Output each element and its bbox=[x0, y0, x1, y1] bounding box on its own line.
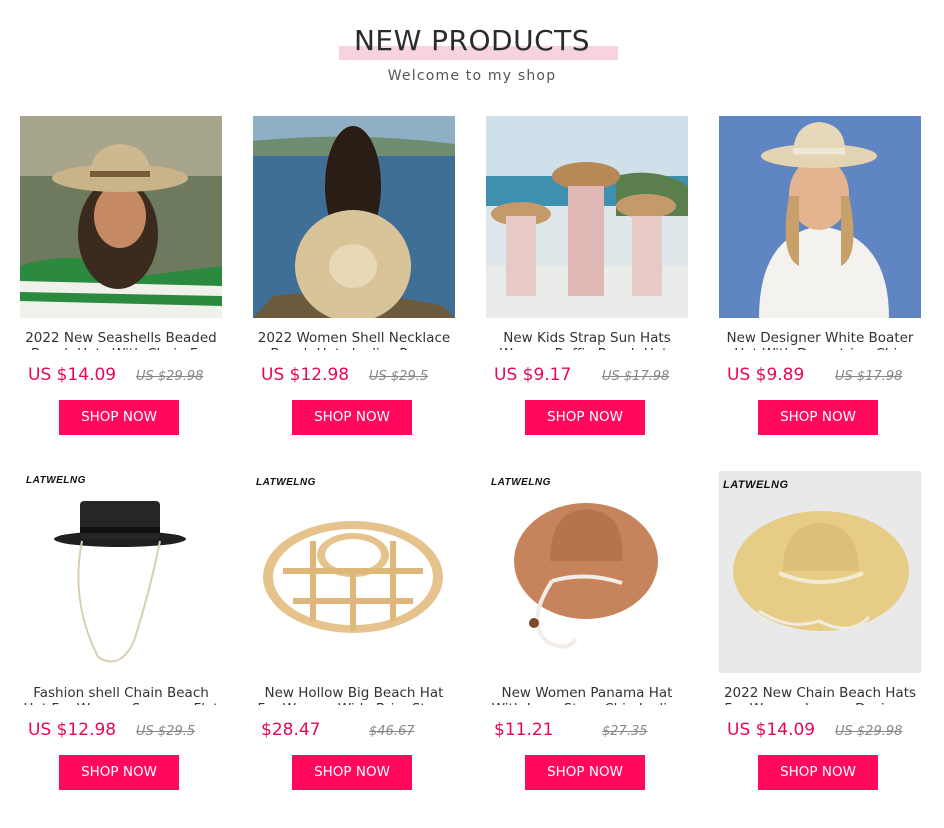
product-old-price: US $17.98 bbox=[835, 369, 903, 384]
product-old-price: US $17.98 bbox=[602, 369, 670, 384]
shop-now-button[interactable]: SHOP NOW bbox=[758, 755, 878, 790]
product-price: US $14.09 bbox=[727, 720, 816, 740]
product-image[interactable] bbox=[20, 471, 222, 673]
product-old-price: $46.67 bbox=[369, 724, 415, 739]
product-name[interactable]: New Hollow Big Beach Hat For Women Wide … bbox=[253, 685, 455, 705]
product-price: US $14.09 bbox=[28, 365, 117, 385]
product-price: US $9.17 bbox=[494, 365, 572, 385]
product-old-price: US $29.5 bbox=[369, 369, 429, 384]
page-title: NEW PRODUCTS bbox=[353, 24, 591, 57]
brand-logo: LATWELNG bbox=[256, 477, 316, 488]
brand-logo: LATWELNG bbox=[491, 477, 551, 488]
product-name[interactable]: New Designer White Boater Hat With Draws… bbox=[719, 330, 921, 350]
shop-now-button[interactable]: SHOP NOW bbox=[292, 755, 412, 790]
product-old-price: US $29.98 bbox=[835, 724, 903, 739]
shop-now-button[interactable]: SHOP NOW bbox=[758, 400, 878, 435]
product-price: $11.21 bbox=[494, 720, 554, 740]
product-name[interactable]: New Kids Strap Sun Hats Women Raffia Bea… bbox=[486, 330, 688, 350]
product-card[interactable]: 2022 Women Shell Necklace Beach Hats Lad… bbox=[253, 116, 455, 446]
product-image[interactable] bbox=[253, 116, 455, 318]
product-card[interactable]: LATWELNG 2022 New Chain Beach Hats For W… bbox=[719, 471, 921, 801]
product-price: $28.47 bbox=[261, 720, 321, 740]
product-old-price: $27.35 bbox=[602, 724, 648, 739]
product-price: US $12.98 bbox=[261, 365, 350, 385]
shop-now-button[interactable]: SHOP NOW bbox=[525, 755, 645, 790]
page-subtitle: Welcome to my shop bbox=[387, 68, 557, 84]
shop-now-button[interactable]: SHOP NOW bbox=[59, 755, 179, 790]
product-name[interactable]: 2022 Women Shell Necklace Beach Hats Lad… bbox=[253, 330, 455, 350]
shop-now-button[interactable]: SHOP NOW bbox=[59, 400, 179, 435]
product-card[interactable]: New Designer White Boater Hat With Draws… bbox=[719, 116, 921, 446]
section-header: NEW PRODUCTS Welcome to my shop bbox=[0, 0, 944, 100]
product-image[interactable] bbox=[20, 116, 222, 318]
product-name[interactable]: 2022 New Seashells Beaded Beach Hats Wit… bbox=[20, 330, 222, 350]
brand-logo: LATWELNG bbox=[723, 479, 789, 491]
product-image[interactable] bbox=[486, 471, 688, 673]
product-card[interactable]: LATWELNG New Women Panama Hat With Long … bbox=[486, 471, 688, 801]
shop-now-button[interactable]: SHOP NOW bbox=[525, 400, 645, 435]
product-price: US $9.89 bbox=[727, 365, 805, 385]
product-image[interactable] bbox=[253, 471, 455, 673]
product-image[interactable] bbox=[719, 471, 921, 673]
product-price: US $12.98 bbox=[28, 720, 117, 740]
product-card[interactable]: LATWELNG Fashion shell Chain Beach Hat F… bbox=[20, 471, 222, 801]
product-old-price: US $29.98 bbox=[136, 369, 204, 384]
product-name[interactable]: Fashion shell Chain Beach Hat For Women … bbox=[20, 685, 222, 705]
product-image[interactable] bbox=[719, 116, 921, 318]
product-image[interactable] bbox=[486, 116, 688, 318]
product-card[interactable]: New Kids Strap Sun Hats Women Raffia Bea… bbox=[486, 116, 688, 446]
product-card[interactable]: 2022 New Seashells Beaded Beach Hats Wit… bbox=[20, 116, 222, 446]
product-name[interactable]: New Women Panama Hat With Long Strap Chi… bbox=[486, 685, 688, 705]
brand-logo: LATWELNG bbox=[26, 475, 86, 486]
product-old-price: US $29.5 bbox=[136, 724, 196, 739]
product-name[interactable]: 2022 New Chain Beach Hats For Women Luxu… bbox=[719, 685, 921, 705]
shop-now-button[interactable]: SHOP NOW bbox=[292, 400, 412, 435]
product-card[interactable]: LATWELNG New Hollow Big Beach Hat For Wo… bbox=[253, 471, 455, 801]
